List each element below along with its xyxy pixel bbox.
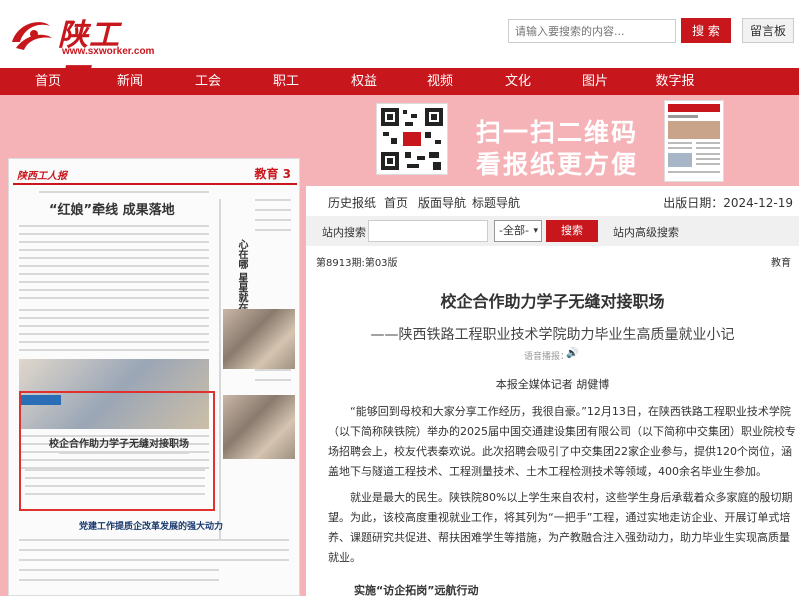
article-author: 本报全媒体记者 胡健博: [495, 378, 610, 391]
paper-subnav: 历史报纸 首页 版面导航 标题导航 出版日期：2024-12-19: [306, 186, 799, 216]
nav-item-video[interactable]: 视频: [410, 68, 470, 95]
site-logo[interactable]: 陕工网 www.sxworker.com: [8, 8, 154, 97]
nav-item-culture[interactable]: 文化: [488, 68, 548, 95]
voice-broadcast-label: 语音播报：: [524, 352, 570, 362]
qr-code-icon: [376, 103, 448, 175]
message-board-button[interactable]: 留言板: [742, 18, 794, 43]
banner-line1: 扫一扫二维码: [476, 118, 639, 147]
search-input[interactable]: [508, 19, 676, 43]
paper-photo-side: [223, 309, 295, 369]
speaker-icon[interactable]: 🔊: [566, 348, 578, 359]
nav-item-rights[interactable]: 权益: [334, 68, 394, 95]
article-paragraph-2: 就业是最大的民生。陕铁院80%以上学生来自农村，这些学生身后承载着众多家庭的殷切…: [328, 491, 793, 564]
site-search-label: 站内搜索: [322, 226, 366, 239]
banner-line2: 看报纸更方便: [476, 150, 639, 179]
paper-photo-side-2: [223, 395, 295, 459]
site-search-input[interactable]: [368, 220, 488, 242]
nav-item-union[interactable]: 工会: [178, 68, 238, 95]
site-search-button[interactable]: 搜索: [546, 220, 598, 242]
search-button[interactable]: 搜 索: [681, 18, 731, 43]
main-nav: 首页 新闻 工会 职工 权益 视频 文化 图片 数字报: [0, 68, 799, 95]
newspaper-preview-icon: [664, 100, 724, 182]
nav-item-workers[interactable]: 职工: [256, 68, 316, 95]
nav-item-home[interactable]: 首页: [18, 68, 78, 95]
publish-date: 出版日期：2024-12-19: [663, 196, 793, 210]
paper-masthead: 陕西工人报 教育 3: [13, 163, 297, 185]
subnav-layout-nav[interactable]: 版面导航: [418, 194, 466, 211]
article-panel: 历史报纸 首页 版面导航 标题导航 出版日期：2024-12-19 站内搜索 -…: [306, 186, 799, 596]
logo-swirl-icon: [12, 22, 52, 50]
nav-item-digital-paper[interactable]: 数字报: [645, 68, 705, 95]
site-search-bar: 站内搜索 -全部- ▾ 搜索 站内高级搜索: [306, 216, 799, 246]
nav-item-news[interactable]: 新闻: [100, 68, 160, 95]
edition-section: 教育: [771, 258, 791, 269]
newspaper-page-thumbnail[interactable]: 陕西工人报 教育 3 “红娘”牵线 成果落地 心在哪 星星就在哪 校企合作助力学…: [8, 158, 300, 596]
article-paragraph-1: “能够回到母校和大家分享工作经历，我很自豪。”12月13日，在陕西铁路工程职业技…: [328, 405, 796, 478]
chevron-down-icon: ▾: [533, 226, 538, 236]
nav-item-pictures[interactable]: 图片: [565, 68, 625, 95]
paper-section-label: 教育 3: [254, 167, 291, 181]
subnav-title-nav[interactable]: 标题导航: [472, 194, 520, 211]
search-scope-select[interactable]: -全部- ▾: [494, 220, 542, 242]
logo-url: www.sxworker.com: [62, 46, 155, 57]
paper-headline-2: 校企合作助力学子无缝对接职场: [49, 439, 189, 450]
article-title: 校企合作助力学子无缝对接职场: [440, 292, 665, 311]
article-subheading: 实施“访企拓岗”远航行动: [354, 584, 479, 596]
site-header: 陕工网 www.sxworker.com 搜 索 留言板: [0, 0, 799, 97]
edition-label: 第8913期:第03版: [316, 258, 398, 269]
article-subtitle: ——陕西铁路工程职业技术学院助力毕业生高质量就业小记: [370, 327, 735, 343]
paper-logo: 陕西工人报: [17, 171, 67, 182]
paper-headline-3: 党建工作提质企改革发展的强大动力: [79, 522, 224, 532]
subnav-home[interactable]: 首页: [384, 194, 408, 211]
advanced-search-link[interactable]: 站内高级搜索: [613, 224, 679, 240]
subnav-history[interactable]: 历史报纸: [328, 194, 376, 211]
paper-headline-1: “红娘”牵线 成果落地: [49, 203, 175, 218]
